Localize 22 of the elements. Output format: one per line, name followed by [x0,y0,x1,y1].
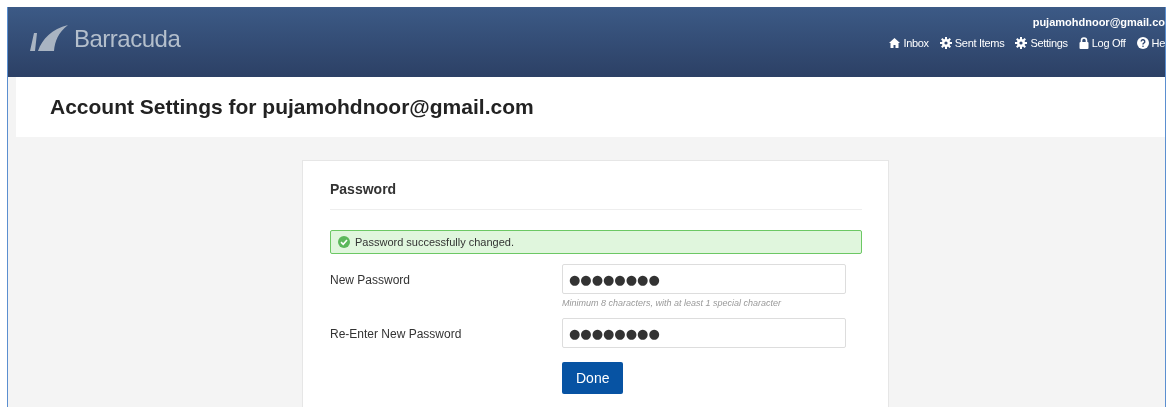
brand-name: Barracuda [74,25,181,53]
card-title: Password [330,181,862,210]
home-icon [889,38,901,48]
nav-link[interactable]: He [1136,37,1165,49]
nav-link[interactable]: Inbox [889,37,929,49]
gear-icon [939,37,952,49]
nav-link[interactable]: Sent Items [939,37,1005,49]
done-button[interactable]: Done [562,362,624,394]
gear-icon [1015,37,1028,49]
alert-message: Password successfully changed. [355,236,514,248]
lock-icon [1078,37,1089,49]
field-label: Re-Enter New Password [330,326,463,343]
nav-link[interactable]: Settings [1015,37,1068,49]
help-icon [1136,37,1149,49]
field-hint: Minimum 8 characters, with at least 1 special character [562,298,783,308]
page-title: Account Settings for pujamohdnoor@gmail.com [50,95,534,119]
field-label: New Password [330,272,412,289]
user-email: pujamohdnoor@gmail.co [1032,16,1165,28]
check-circle-icon [338,236,350,248]
nav-link[interactable]: Log Off [1078,37,1126,49]
password-field[interactable]: ●●●●●●●● [562,264,846,294]
password-field[interactable]: ●●●●●●●● [562,318,846,348]
